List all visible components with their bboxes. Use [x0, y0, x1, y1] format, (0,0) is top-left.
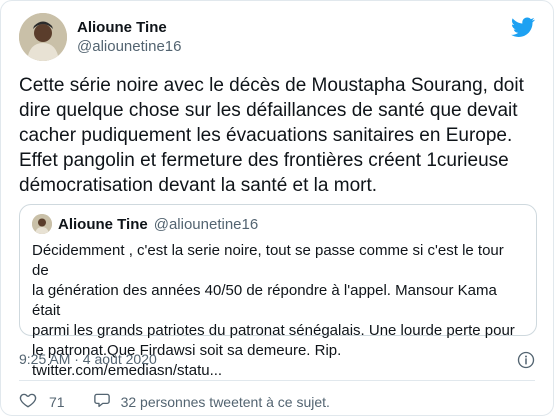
author-display-name[interactable]: Alioune Tine [77, 18, 181, 37]
quoted-display-name: Alioune Tine [58, 215, 148, 233]
author-names: Alioune Tine @aliounetine16 [77, 18, 181, 56]
tweet-card[interactable]: Alioune Tine @aliounetine16 Cette série … [0, 0, 554, 416]
speech-bubble-icon [93, 391, 111, 412]
reply-label: 32 personnes tweetent à ce sujet. [120, 393, 330, 410]
tweet-timestamp[interactable]: 9:25 AM · 4 août 2020 [19, 351, 157, 367]
tweet-text: Cette série noire avec le décès de Moust… [19, 75, 524, 196]
like-button[interactable]: 71 [19, 391, 65, 412]
divider [19, 380, 535, 381]
heart-icon [19, 391, 37, 412]
like-count: 71 [49, 393, 65, 410]
info-icon[interactable] [517, 351, 535, 369]
avatar[interactable] [19, 13, 67, 61]
tweet-actions: 71 32 personnes tweetent à ce sujet. [19, 391, 330, 412]
quoted-tweet[interactable]: Alioune Tine @aliounetine16 Décidemment … [19, 204, 537, 379]
author-handle[interactable]: @aliounetine16 [77, 37, 181, 56]
twitter-bird-icon[interactable] [511, 15, 535, 39]
quoted-tweet-header: Alioune Tine @aliounetine16 [32, 213, 524, 235]
tweet-header: Alioune Tine @aliounetine16 [19, 13, 181, 61]
reply-button[interactable]: 32 personnes tweetent à ce sujet. [93, 391, 330, 412]
quoted-handle: @aliounetine16 [153, 215, 259, 233]
quoted-avatar [32, 214, 52, 234]
